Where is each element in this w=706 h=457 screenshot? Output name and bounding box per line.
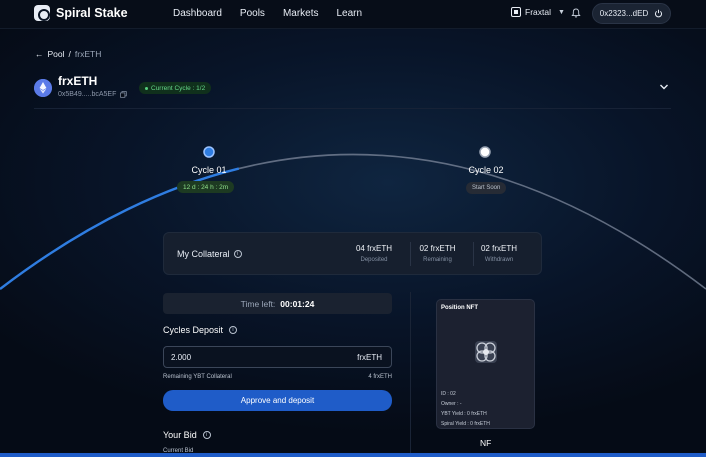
deposit-amount-value: 2.000	[171, 352, 192, 362]
cycle-02-label: Cycle 02	[468, 165, 504, 175]
cycle-01-label: Cycle 01	[191, 165, 227, 175]
nft-metadata: ID : 02 Owner : - YBT Yield : 0 frxETH S…	[441, 389, 490, 429]
approve-deposit-button[interactable]: Approve and deposit	[163, 390, 392, 411]
breadcrumb-pool[interactable]: Pool	[48, 49, 65, 59]
stat-label: Remaining	[423, 257, 452, 263]
stat-remaining: 02 frxETH Remaining	[410, 244, 465, 263]
chevron-down-icon: ▼	[557, 8, 565, 16]
nav-markets[interactable]: Markets	[283, 8, 319, 19]
stat-label: Withdrawn	[484, 257, 514, 263]
time-left-bar: Time left: 00:01:24	[163, 293, 392, 314]
wallet-button[interactable]: 0x2323...dED	[592, 3, 671, 24]
asset-name: frxETH	[58, 74, 98, 88]
collateral-panel: My Collateral i 04 frxETH Deposited 02 f…	[163, 232, 542, 275]
cycle-01-node	[203, 146, 215, 158]
stat-withdrawn: 02 frxETH Withdrawn	[471, 244, 527, 263]
nft-spiral-yield: Spiral Yield : 0 frxETH	[441, 421, 490, 427]
spiral-logo-icon	[34, 5, 50, 21]
your-bid-title-row: Your Bid i	[163, 430, 211, 440]
breadcrumb-current: frxETH	[74, 49, 102, 59]
asset-address: 0x5B49.....bcA5EF	[58, 91, 117, 98]
cycle-arc	[0, 146, 706, 290]
status-dot-icon	[145, 86, 148, 90]
nft-footer-text: NF	[480, 438, 492, 448]
power-icon[interactable]	[654, 9, 663, 18]
nav-links: Dashboard Pools Markets Learn	[173, 8, 362, 19]
nft-title: Position NFT	[441, 305, 478, 311]
cycles-deposit-title: Cycles Deposit	[163, 325, 224, 335]
column-divider	[410, 292, 411, 457]
stat-value: 04 frxETH	[355, 244, 392, 253]
header-divider	[34, 108, 671, 109]
copy-icon[interactable]	[120, 91, 128, 98]
breadcrumb: ← Pool / frxETH	[35, 49, 101, 59]
nav-learn[interactable]: Learn	[337, 8, 363, 19]
info-icon[interactable]: i	[229, 326, 238, 334]
stat-deposited: 04 frxETH Deposited	[346, 244, 402, 263]
chain-selector[interactable]: Fraxtal ▼	[511, 7, 565, 17]
ethereum-icon	[34, 79, 52, 97]
remaining-collateral-label: Remaining YBT Collateral	[163, 374, 232, 380]
info-icon[interactable]: i	[202, 431, 211, 439]
collateral-title-row: My Collateral i	[177, 249, 242, 259]
current-cycle-text: Current Cycle : 1/2	[151, 84, 206, 92]
arrow-left-icon[interactable]: ←	[35, 49, 44, 59]
spiral-nft-art-icon	[475, 341, 497, 363]
chevron-down-icon[interactable]	[659, 83, 669, 91]
asset-address-row: 0x5B49.....bcA5EF	[58, 91, 128, 98]
cycle-02-node	[479, 146, 491, 158]
your-bid-title: Your Bid	[163, 430, 197, 440]
brand-logo[interactable]: Spiral Stake	[34, 5, 128, 21]
deposit-unit: frxETH	[357, 352, 382, 362]
breadcrumb-separator: /	[68, 49, 71, 59]
fraxtal-chain-icon	[511, 7, 521, 17]
collateral-title: My Collateral	[177, 249, 230, 259]
stat-value: 02 frxETH	[419, 244, 456, 253]
stat-value: 02 frxETH	[480, 244, 517, 253]
info-icon[interactable]: i	[233, 250, 242, 258]
page: Spiral Stake Dashboard Pools Markets Lea…	[0, 0, 706, 457]
nft-owner: Owner : -	[441, 401, 462, 407]
nav-pools[interactable]: Pools	[240, 8, 265, 19]
nav-dashboard[interactable]: Dashboard	[173, 8, 222, 19]
current-cycle-badge: Current Cycle : 1/2	[139, 82, 212, 94]
nft-ybt-yield: YBT Yield : 0 frxETH	[441, 411, 487, 417]
time-left-label: Time left:	[240, 298, 276, 309]
bell-icon[interactable]	[571, 8, 581, 18]
stat-label: Deposited	[360, 257, 388, 263]
cycle-02-status: Start Soon	[466, 182, 507, 194]
remaining-collateral-value: 4 frxETH	[368, 374, 392, 380]
deposit-amount-input[interactable]: 2.000 frxETH	[163, 346, 392, 368]
cycles-deposit-title-row: Cycles Deposit i	[163, 325, 238, 335]
chain-name: Fraxtal	[525, 7, 551, 17]
brand-name: Spiral Stake	[56, 6, 128, 20]
top-nav: Spiral Stake Dashboard Pools Markets Lea…	[0, 0, 706, 29]
bottom-accent-bar	[0, 453, 706, 457]
time-left-value: 00:01:24	[280, 298, 315, 309]
position-nft-card[interactable]: Position NFT ID : 02 Owner : - YBT Yield…	[436, 299, 535, 429]
nft-id: ID : 02	[441, 391, 456, 397]
cycle-01-countdown: 12 d : 24 h : 2m	[177, 181, 235, 193]
remaining-collateral-row: Remaining YBT Collateral 4 frxETH	[163, 374, 392, 380]
wallet-address: 0x2323...dED	[599, 9, 649, 18]
